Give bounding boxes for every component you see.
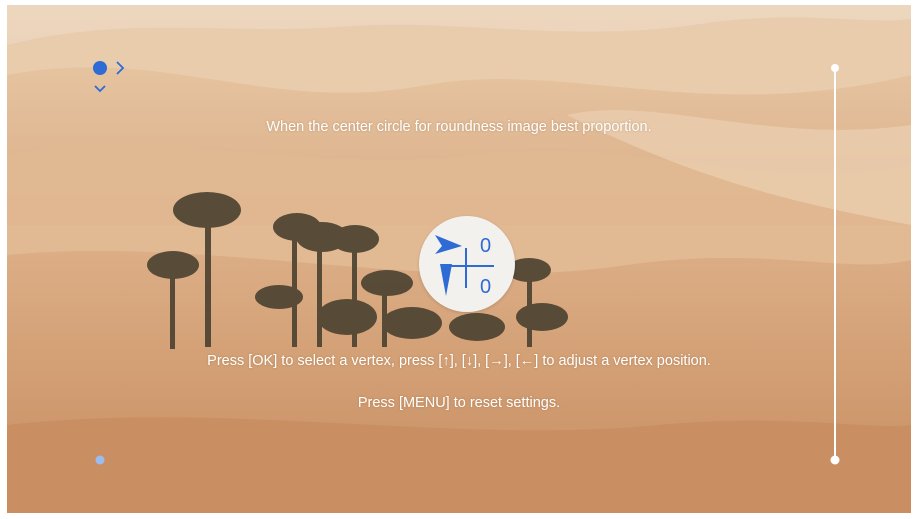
down-chevron-icon[interactable] <box>94 85 106 93</box>
horizontal-arrow-icon <box>435 235 462 254</box>
right-chevron-icon[interactable] <box>116 61 125 75</box>
projector-screen: When the center circle for roundness ima… <box>7 5 911 513</box>
vertical-keystone-value: 0 <box>480 276 492 298</box>
selected-vertex-dot-icon[interactable] <box>93 61 107 75</box>
vertex-bottom-right[interactable] <box>830 455 840 465</box>
keystone-center-circle: 0 0 <box>419 216 515 312</box>
vertex-bottom-left[interactable] <box>95 455 105 465</box>
horizontal-keystone-value: 0 <box>480 235 492 257</box>
vertex-top-right[interactable] <box>831 64 839 72</box>
vertical-arrow-icon <box>440 264 452 296</box>
